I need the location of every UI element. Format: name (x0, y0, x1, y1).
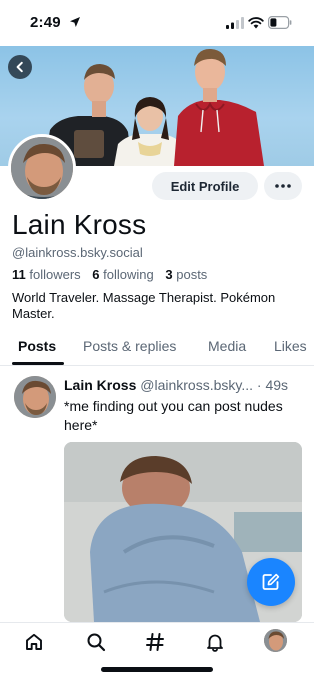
nav-feeds[interactable] (143, 630, 167, 654)
tab-posts-and-replies[interactable]: Posts & replies (83, 338, 176, 354)
wifi-icon (248, 17, 264, 29)
post-handle[interactable]: @lainkross.bsky... (140, 377, 253, 393)
profile-handle: @lainkross.bsky.social (12, 245, 143, 260)
search-icon (87, 633, 106, 652)
profile-avatar[interactable] (8, 134, 76, 202)
posts-count: 3 (165, 267, 173, 282)
post-avatar[interactable] (14, 376, 56, 418)
profile-bio: World Traveler. Massage Therapist. Pokém… (12, 290, 276, 321)
nav-home[interactable] (22, 630, 46, 654)
post-text: *me finding out you can post nudes here* (64, 398, 283, 433)
bell-icon (207, 634, 223, 652)
compose-button[interactable] (247, 558, 295, 606)
more-options-button[interactable] (264, 172, 302, 200)
active-tab-indicator (12, 362, 64, 365)
display-name: Lain Kross (12, 209, 147, 240)
post-timestamp: · 49s (256, 377, 289, 393)
nav-notifications[interactable] (203, 630, 227, 654)
followers-label: followers (29, 267, 81, 282)
signal-icon (226, 17, 244, 29)
tab-media[interactable]: Media (208, 338, 246, 354)
home-icon (26, 633, 42, 650)
following-label: following (103, 267, 154, 282)
post-author[interactable]: Lain Kross (64, 377, 136, 393)
nav-search[interactable] (84, 630, 108, 654)
home-indicator (101, 667, 213, 672)
tab-likes[interactable]: Likes (274, 338, 307, 354)
battery-icon (268, 16, 292, 29)
post-avatar-photo (14, 376, 56, 418)
status-time: 2:49 (30, 14, 61, 31)
ellipsis-icon (275, 184, 291, 188)
nav-avatar-photo (264, 629, 287, 652)
back-button[interactable] (8, 55, 32, 79)
status-bar: 2:49 (0, 0, 314, 46)
post-header: Lain Kross @lainkross.bsky... · 49s (64, 377, 309, 393)
following-link[interactable]: 6 following (92, 267, 153, 282)
edit-profile-button[interactable]: Edit Profile (152, 172, 258, 200)
following-count: 6 (92, 267, 100, 282)
followers-link[interactable]: 11 followers (12, 267, 81, 282)
posts-label: posts (176, 267, 208, 282)
nav-profile-avatar[interactable] (264, 629, 287, 652)
hashtag-icon (146, 633, 164, 651)
tab-posts[interactable]: Posts (18, 338, 56, 354)
profile-tabs: Posts Posts & replies Media Likes (0, 336, 314, 366)
avatar-photo (11, 137, 73, 199)
posts-stat: 3 posts (165, 267, 207, 282)
profile-stats: 11 followers 6 following 3 posts (12, 267, 215, 282)
pencil-icon (262, 573, 280, 590)
chevron-left-icon (16, 61, 23, 73)
followers-count: 11 (12, 267, 26, 282)
location-arrow-icon (70, 17, 80, 27)
